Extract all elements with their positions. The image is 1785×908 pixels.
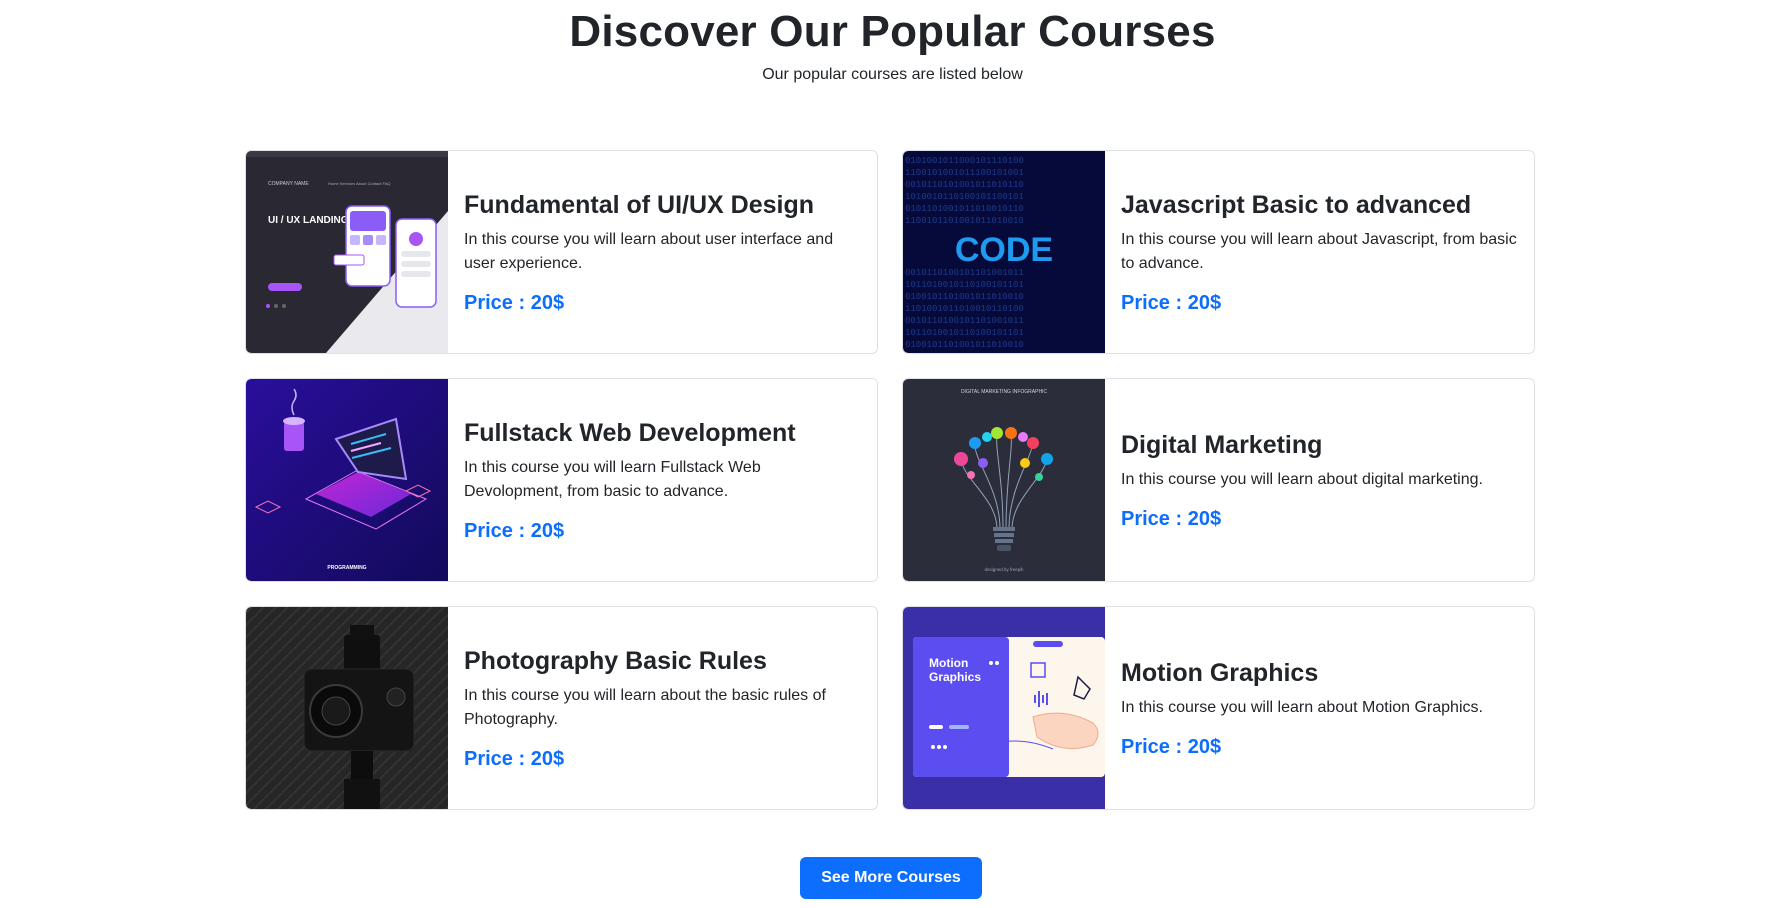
course-price: Price : 20$	[1121, 291, 1222, 314]
svg-text:0010110101001011010110: 0010110101001011010110	[905, 180, 1024, 190]
course-price: Price : 20$	[1121, 735, 1222, 758]
course-price: Price : 20$	[464, 291, 565, 314]
course-title[interactable]: Motion Graphics	[1121, 658, 1518, 688]
course-price: Price : 20$	[464, 519, 565, 542]
page-header: Discover Our Popular Courses Our popular…	[0, 0, 1785, 84]
svg-text:1100101101001011010010: 1100101101001011010010	[905, 216, 1024, 226]
svg-text:1011010010110100101101: 1011010010110100101101	[905, 328, 1024, 338]
svg-text:designed by freepik: designed by freepik	[984, 567, 1024, 572]
course-title[interactable]: Fullstack Web Development	[464, 418, 861, 448]
javascript-image-label: CODE	[955, 231, 1053, 269]
course-description: In this course you will learn about Moti…	[1121, 698, 1483, 716]
page-title: Discover Our Popular Courses	[569, 7, 1216, 56]
svg-text:0101101001011010010110: 0101101001011010010110	[905, 204, 1024, 214]
svg-text:COMPANY NAME: COMPANY NAME	[268, 181, 309, 187]
course-title[interactable]: Photography Basic Rules	[464, 646, 861, 676]
course-image-photography	[246, 607, 448, 809]
marketing-image-label: DIGITAL MARKETING INFOGRAPHIC	[961, 389, 1048, 395]
course-card-body: Javascript Basic to advanced In this cou…	[1105, 190, 1534, 315]
svg-text:1100101001011100101001: 1100101001011100101001	[905, 168, 1024, 178]
course-image-javascript: 0101001011000101110100 11001010010111001…	[903, 151, 1105, 353]
course-card-body: Photography Basic Rules In this course y…	[448, 646, 877, 771]
svg-text:1010010110100101100101: 1010010110100101100101	[905, 192, 1024, 202]
course-title[interactable]: Javascript Basic to advanced	[1121, 190, 1518, 220]
course-description: In this course you will learn about digi…	[1121, 470, 1483, 488]
svg-text:0100101101001011010010: 0100101101001011010010	[905, 340, 1024, 350]
course-description: In this course you will learn about user…	[464, 230, 834, 272]
course-card-body: Digital Marketing In this course you wil…	[1105, 430, 1534, 531]
course-image-motion-graphics: Motion Graphics	[903, 607, 1105, 809]
course-title[interactable]: Digital Marketing	[1121, 430, 1518, 460]
course-price: Price : 20$	[464, 747, 565, 770]
course-card[interactable]: DIGITAL MARKETING INFOGRAPHIC designed b…	[902, 378, 1535, 582]
svg-text:0100101101001011010010: 0100101101001011010010	[905, 292, 1024, 302]
svg-text:1101001011010010110100: 1101001011010010110100	[905, 304, 1024, 314]
course-card[interactable]: PROGRAMMING Fullstack Web Development In…	[245, 378, 878, 582]
course-description: In this course you will learn Fullstack …	[464, 458, 761, 500]
svg-text:Graphics: Graphics	[929, 670, 981, 684]
course-description: In this course you will learn about the …	[464, 686, 826, 728]
svg-text:0101001011000101110100: 0101001011000101110100	[905, 156, 1024, 166]
course-price: Price : 20$	[1121, 507, 1222, 530]
course-description: In this course you will learn about Java…	[1121, 230, 1517, 272]
course-image-fullstack: PROGRAMMING	[246, 379, 448, 581]
see-more-courses-button[interactable]: See More Courses	[800, 857, 982, 899]
course-card[interactable]: COMPANY NAME Home Services About Contact…	[245, 150, 878, 354]
course-card[interactable]: Photography Basic Rules In this course y…	[245, 606, 878, 810]
svg-text:Home Services About Contact: Home Services About Contact FAQ	[328, 181, 390, 186]
course-image-uiux: COMPANY NAME Home Services About Contact…	[246, 151, 448, 353]
svg-text:Motion: Motion	[929, 656, 968, 670]
svg-text:1011010010110100101101: 1011010010110100101101	[905, 280, 1024, 290]
course-card[interactable]: Motion Graphics Motion Graphics In this …	[902, 606, 1535, 810]
course-card[interactable]: 0101001011000101110100 11001010010111001…	[902, 150, 1535, 354]
svg-text:0010110100101101001011: 0010110100101101001011	[905, 268, 1024, 278]
fullstack-image-label: PROGRAMMING	[327, 565, 366, 571]
course-grid: COMPANY NAME Home Services About Contact…	[245, 150, 1535, 810]
course-card-body: Motion Graphics In this course you will …	[1105, 658, 1534, 759]
course-image-digital-marketing: DIGITAL MARKETING INFOGRAPHIC designed b…	[903, 379, 1105, 581]
page-subtitle: Our popular courses are listed below	[762, 66, 1023, 83]
svg-text:0010110100101101001011: 0010110100101101001011	[905, 316, 1024, 326]
course-title[interactable]: Fundamental of UI/UX Design	[464, 190, 861, 220]
course-card-body: Fundamental of UI/UX Design In this cour…	[448, 190, 877, 315]
course-card-body: Fullstack Web Development In this course…	[448, 418, 877, 543]
